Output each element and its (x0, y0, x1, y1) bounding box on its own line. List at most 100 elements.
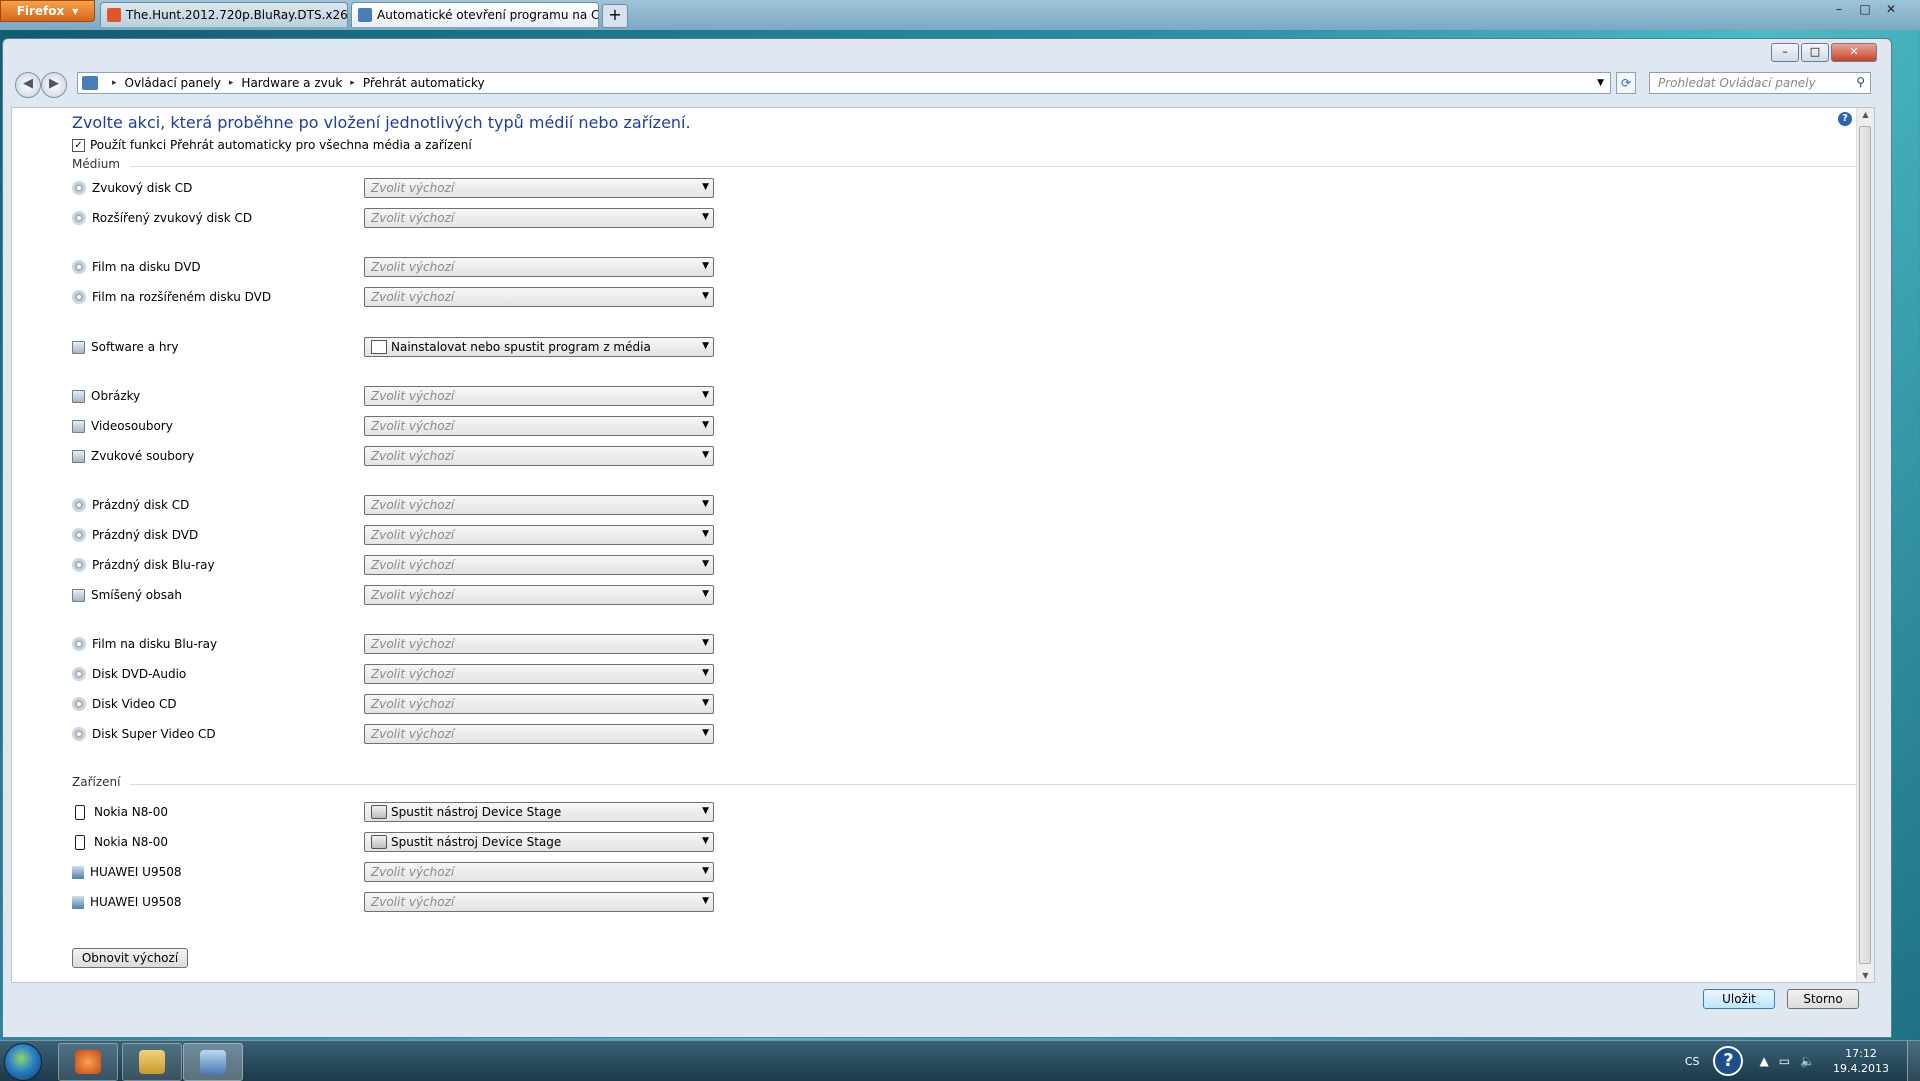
action-select[interactable]: Zvolit výchozí ▼ (364, 208, 714, 228)
reset-defaults-button[interactable]: Obnovit výchozí (72, 948, 188, 968)
close-button[interactable]: ✕ (1831, 43, 1877, 62)
video-icon (72, 419, 85, 433)
select-value: Zvolit výchozí (371, 290, 455, 304)
dropdown-arrow-icon[interactable]: ▼ (702, 589, 709, 599)
dropdown-arrow-icon[interactable]: ▼ (702, 261, 709, 271)
dvd-icon (72, 667, 86, 681)
action-select[interactable]: Zvolit výchozí ▼ (364, 446, 714, 466)
search-input[interactable]: Prohledat Ovládací panely ⚲ (1649, 72, 1871, 94)
vertical-scrollbar[interactable]: ▲ ▼ (1856, 108, 1874, 982)
dropdown-arrow-icon[interactable]: ▼ (702, 728, 709, 738)
phone-icon (75, 804, 85, 820)
help-icon[interactable]: ? (1838, 112, 1852, 126)
autoplay-row: Nokia N8-00 Spustit nástroj Device Stage ▼ (72, 831, 714, 853)
scroll-up-icon[interactable]: ▲ (1857, 110, 1874, 119)
refresh-button[interactable]: ⟳ (1616, 72, 1636, 94)
dropdown-arrow-icon[interactable]: ▼ (702, 341, 709, 351)
autoplay-row: Prázdný disk CD Zvolit výchozí ▼ (72, 494, 714, 516)
show-desktop-button[interactable] (1907, 1041, 1920, 1081)
dropdown-arrow-icon[interactable]: ▼ (702, 896, 709, 906)
action-select[interactable]: Zvolit výchozí ▼ (364, 892, 714, 912)
dropdown-arrow-icon[interactable]: ▼ (702, 212, 709, 222)
save-button[interactable]: Uložit (1703, 989, 1775, 1009)
breadcrumb-autoplay[interactable]: Přehrát automaticky (363, 76, 485, 90)
action-select[interactable]: Zvolit výchozí ▼ (364, 862, 714, 882)
maximize-button[interactable]: □ (1801, 43, 1829, 62)
action-select[interactable]: Zvolit výchozí ▼ (364, 664, 714, 684)
browser-tab-1[interactable]: The.Hunt.2012.720p.BluRay.DTS.x264... × (100, 2, 348, 27)
dropdown-arrow-icon[interactable]: ▼ (702, 390, 709, 400)
minimize-button[interactable]: – (1771, 43, 1799, 62)
device-stage-icon (371, 805, 387, 819)
autoplay-row: Prázdný disk Blu-ray Zvolit výchozí ▼ (72, 554, 714, 576)
cd-icon (72, 697, 86, 711)
action-select[interactable]: Zvolit výchozí ▼ (364, 257, 714, 277)
action-select[interactable]: Zvolit výchozí ▼ (364, 555, 714, 575)
autoplay-row: Smíšený obsah Zvolit výchozí ▼ (72, 584, 714, 606)
action-select[interactable]: Zvolit výchozí ▼ (364, 386, 714, 406)
dropdown-arrow-icon[interactable]: ▼ (702, 866, 709, 876)
dropdown-arrow-icon[interactable]: ▼ (702, 638, 709, 648)
new-tab-button[interactable]: + (602, 4, 628, 28)
taskbar-explorer[interactable] (122, 1043, 182, 1081)
dropdown-arrow-icon[interactable]: ▼ (702, 450, 709, 460)
select-value: Zvolit výchozí (371, 727, 455, 741)
breadcrumb-control-panel[interactable]: Ovládací panely (125, 76, 221, 90)
action-select[interactable]: Zvolit výchozí ▼ (364, 525, 714, 545)
search-icon[interactable]: ⚲ (1856, 75, 1865, 89)
action-select[interactable]: Spustit nástroj Device Stage ▼ (364, 802, 714, 822)
dropdown-arrow-icon[interactable]: ▼ (702, 182, 709, 192)
action-select[interactable]: Zvolit výchozí ▼ (364, 634, 714, 654)
breadcrumb-hardware-sound[interactable]: Hardware a zvuk (241, 76, 342, 90)
dropdown-arrow-icon[interactable]: ▼ (702, 529, 709, 539)
show-hidden-icons-icon[interactable]: ▲ (1759, 1054, 1768, 1068)
taskbar-control-panel[interactable] (183, 1043, 243, 1081)
cancel-button[interactable]: Storno (1787, 989, 1859, 1009)
action-select[interactable]: Zvolit výchozí ▼ (364, 178, 714, 198)
content-pane: ? Zvolte akci, která proběhne po vložení… (11, 107, 1875, 983)
scrollbar-thumb[interactable] (1859, 126, 1871, 964)
chevron-down-icon[interactable]: ▼ (1597, 78, 1604, 88)
autoplay-row: Film na disku Blu-ray Zvolit výchozí ▼ (72, 633, 714, 655)
action-select[interactable]: Nainstalovat nebo spustit program z médi… (364, 337, 714, 357)
volume-icon[interactable]: 🔈 (1800, 1054, 1815, 1068)
system-tray: CS ? ▲ ▭ 🔈 17:12 19.4.2013 (1685, 1041, 1920, 1081)
network-icon[interactable]: ▭ (1779, 1054, 1790, 1068)
dropdown-arrow-icon[interactable]: ▼ (702, 291, 709, 301)
action-select[interactable]: Zvolit výchozí ▼ (364, 287, 714, 307)
dropdown-arrow-icon[interactable]: ▼ (702, 668, 709, 678)
action-select[interactable]: Zvolit výchozí ▼ (364, 416, 714, 436)
browser-tab-2[interactable]: Automatické otevření programu na C... × (351, 2, 599, 27)
dropdown-arrow-icon[interactable]: ▼ (702, 499, 709, 509)
start-button[interactable] (4, 1043, 42, 1081)
bluray-icon (72, 558, 86, 572)
action-select[interactable]: Zvolit výchozí ▼ (364, 495, 714, 515)
dropdown-arrow-icon[interactable]: ▼ (702, 559, 709, 569)
language-indicator[interactable]: CS (1685, 1055, 1700, 1068)
use-autoplay-checkbox[interactable]: ✓ Použít funkci Přehrát automaticky pro … (72, 138, 472, 152)
firefox-menu-button[interactable]: Firefox ▾ (0, 0, 95, 22)
action-select[interactable]: Zvolit výchozí ▼ (364, 585, 714, 605)
action-select[interactable]: Zvolit výchozí ▼ (364, 724, 714, 744)
back-button[interactable]: ◀ (15, 72, 41, 98)
checkbox-check-icon[interactable]: ✓ (72, 138, 85, 152)
dropdown-arrow-icon[interactable]: ▼ (702, 420, 709, 430)
autoplay-window: – □ ✕ ◀ ▶ ▸ Ovládací panely ▸ Hardware a… (2, 38, 1892, 1038)
dropdown-arrow-icon[interactable]: ▼ (702, 698, 709, 708)
ff-minimize-button[interactable]: – (1826, 0, 1852, 18)
help-tray-icon[interactable]: ? (1713, 1046, 1744, 1076)
action-select[interactable]: Zvolit výchozí ▼ (364, 694, 714, 714)
scroll-down-icon[interactable]: ▼ (1857, 971, 1874, 980)
ff-maximize-button[interactable]: □ (1852, 0, 1878, 18)
autoplay-row: Zvukové soubory Zvolit výchozí ▼ (72, 445, 714, 467)
address-bar[interactable]: ▸ Ovládací panely ▸ Hardware a zvuk ▸ Př… (77, 72, 1611, 94)
ff-close-button[interactable]: ✕ (1878, 0, 1904, 18)
select-value: Zvolit výchozí (371, 697, 455, 711)
dropdown-arrow-icon[interactable]: ▼ (702, 806, 709, 816)
forward-button[interactable]: ▶ (41, 72, 67, 98)
taskbar-firefox[interactable] (58, 1043, 118, 1081)
clock[interactable]: 17:12 19.4.2013 (1833, 1046, 1889, 1076)
media-type-label: Film na rozšířeném disku DVD (92, 290, 272, 304)
dropdown-arrow-icon[interactable]: ▼ (702, 836, 709, 846)
action-select[interactable]: Spustit nástroj Device Stage ▼ (364, 832, 714, 852)
